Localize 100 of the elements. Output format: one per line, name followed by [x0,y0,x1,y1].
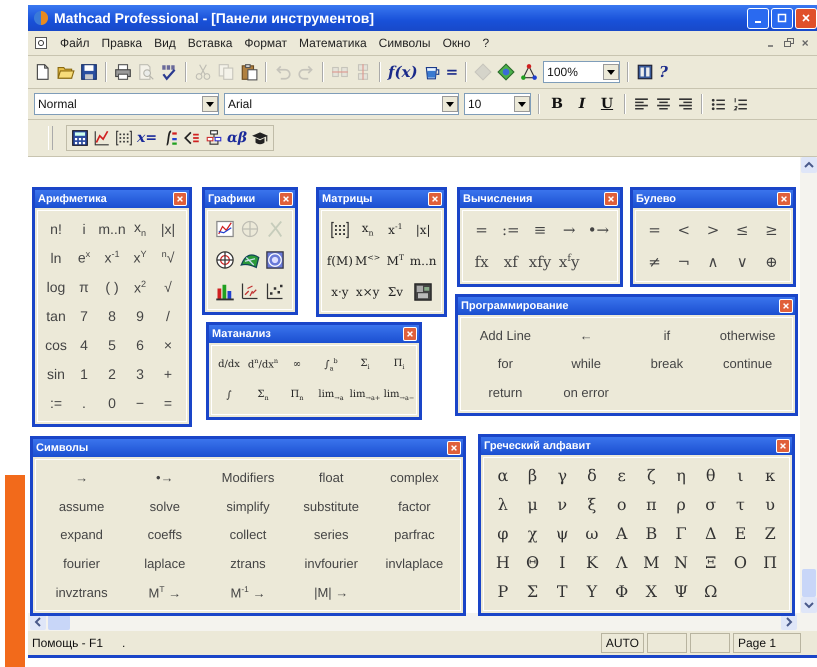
palette-button[interactable]: ψ [556,526,569,542]
calculator-icon[interactable] [71,129,89,147]
palette-button[interactable]: •→ [588,222,610,238]
palette-button[interactable]: Ξ [705,555,716,572]
close-button[interactable] [604,192,618,206]
palette-button[interactable]: 8 [108,308,116,323]
palette-button[interactable]: solve [150,500,180,513]
scroll-thumb[interactable] [802,569,816,597]
palette-button[interactable]: Π [763,555,778,572]
palette-button[interactable]: cos [45,338,67,352]
scroll-down-icon[interactable] [800,597,816,613]
palette-button[interactable]: x$^{-1}$ [388,223,403,236]
menu-item[interactable]: Формат [244,36,288,50]
palette-button[interactable]: 7 [80,308,88,323]
palette-button[interactable]: Σ [526,584,538,600]
palette-button[interactable]: → [75,470,88,484]
close-button[interactable] [779,299,793,313]
style-dropdown[interactable]: Normal [34,93,219,115]
toolbar-button[interactable]: x= [137,130,157,146]
palette-button[interactable]: Γ [675,526,687,542]
close-icon[interactable] [801,37,811,49]
palette-button[interactable]: Modifiers [222,470,274,484]
align-center-icon[interactable] [655,96,672,112]
close-button[interactable] [795,8,817,28]
palette-button[interactable]: > [706,222,720,238]
palette-button[interactable]: ≤ [736,222,748,238]
palette-button[interactable]: 0 [108,396,116,410]
palette-button[interactable]: return [488,386,522,400]
palette-button[interactable]: α [497,468,508,484]
palette-button[interactable]: M$^{<>}$ [354,254,380,268]
palette-button[interactable]: γ [557,468,568,484]
palette-button[interactable]: ln [50,250,62,265]
format-button[interactable]: U [597,96,617,112]
scatter-plot-icon[interactable] [265,280,286,301]
palette-button[interactable]: Π$_{i}$ [394,358,404,370]
format-button[interactable]: I [572,96,592,112]
palette-button[interactable]: lim$_{→a−}$ [384,390,414,402]
palette-button[interactable]: τ [736,496,745,513]
menu-item[interactable]: Окно [442,36,470,50]
palette-button[interactable]: simplify [226,500,270,513]
palette-button[interactable]: Ω [704,584,718,600]
palette-button[interactable]: parfrac [394,528,435,542]
palette-button[interactable]: ≥ [765,222,778,238]
palette-button[interactable]: Ε [734,526,746,542]
palette-button[interactable]: φ [497,526,508,542]
palette-button[interactable]: x$_{n}$ [134,220,146,238]
numbered-list-icon[interactable] [732,96,749,112]
palette-button[interactable]: d$^{n}$/dx$^{n}$ [248,358,278,371]
palette-button[interactable]: = [648,222,661,238]
palette-button[interactable]: expand [60,528,103,542]
palette-button[interactable]: υ [765,496,776,513]
close-button[interactable] [776,439,790,453]
palette-button[interactable]: χ [528,526,538,542]
palette-button[interactable]: if [664,328,670,342]
palette-button[interactable]: + [164,367,172,382]
palette-button[interactable]: = [164,396,172,410]
palette-button[interactable]: − [136,396,144,410]
palette-button[interactable]: Β [645,526,658,542]
line-plot-icon[interactable] [214,219,235,240]
matrix-icon[interactable] [330,220,350,240]
palette-button[interactable]: ≠ [648,254,661,270]
palette-button[interactable]: x$^{f}$y [558,254,580,270]
palette-button[interactable]: π [646,496,657,513]
clipboard-icon[interactable] [240,63,258,81]
close-button[interactable] [428,192,442,206]
palette-button[interactable]: κ [765,468,776,484]
palette-button[interactable]: ν [557,496,568,513]
palette-button[interactable]: x$^{2}$ [134,280,146,294]
palette-button[interactable]: continue [723,357,772,370]
palette-button[interactable]: complex [390,470,439,484]
palette-button[interactable]: substitute [303,500,360,513]
format-button[interactable]: B [547,96,567,112]
menu-item[interactable]: Математика [299,36,367,50]
palette-button[interactable]: fx [474,254,489,270]
palette-button[interactable]: λ [498,496,508,513]
palette-button[interactable]: ( ) [105,280,119,294]
palette-button[interactable]: lim$_{→a}$ [318,390,344,402]
picture-icon[interactable] [413,282,434,302]
palette-button[interactable]: Ν [674,555,688,572]
palette-button[interactable]: f(M) [326,254,353,267]
palette-button[interactable]: := [502,222,520,238]
palette-button[interactable]: Α [616,526,628,542]
palette-button[interactable]: 6 [136,338,144,352]
palette-button[interactable]: Add Line [480,328,532,342]
palette-button[interactable]: factor [398,500,431,513]
palette-button[interactable]: otherwise [720,328,776,342]
align-right-icon[interactable] [677,96,694,112]
close-button[interactable] [279,192,293,206]
palette-button[interactable]: coeffs [148,528,182,542]
palette-button[interactable]: Ο [734,555,747,572]
palette-button[interactable]: η [676,468,686,484]
palette-button[interactable]: xfy [528,254,552,270]
palette-button[interactable]: d/dx [218,360,240,370]
palette-button[interactable]: μ [527,496,538,513]
close-button[interactable] [173,192,187,206]
palette-button[interactable]: •→ [156,470,174,484]
palette-button[interactable]: Σv [388,286,403,298]
palette-button[interactable]: ∨ [736,254,748,270]
palette-button[interactable]: Φ [615,584,628,600]
font-dropdown[interactable]: Arial [224,93,459,115]
